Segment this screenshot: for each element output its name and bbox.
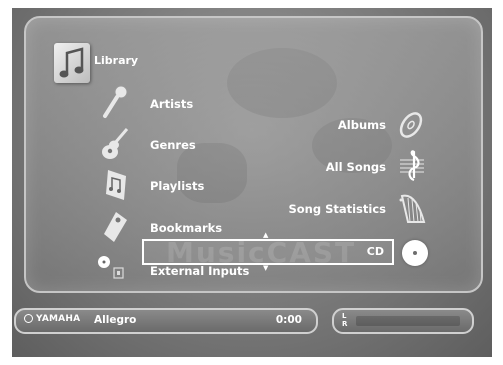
input-disc-icon bbox=[98, 256, 124, 279]
yamaha-logo: YAMAHA bbox=[24, 314, 80, 324]
level-meter-track bbox=[356, 316, 460, 326]
menu-item-external-inputs[interactable]: External Inputs bbox=[150, 264, 249, 278]
selected-source-row[interactable]: CD bbox=[142, 239, 394, 265]
cd-icon[interactable] bbox=[402, 240, 428, 266]
scroll-down-arrow[interactable]: ▼ bbox=[263, 264, 268, 272]
treble-clef-icon bbox=[400, 150, 424, 182]
notes-icon bbox=[106, 170, 126, 200]
microphone-icon bbox=[103, 85, 128, 118]
scroll-up-arrow[interactable]: ▲ bbox=[263, 231, 268, 239]
bookmark-icon bbox=[104, 212, 127, 242]
menu-item-all-songs[interactable]: All Songs bbox=[326, 160, 386, 174]
track-time: 0:00 bbox=[275, 314, 302, 326]
menu-item-genres[interactable]: Genres bbox=[150, 138, 196, 152]
library-music-icon bbox=[54, 43, 90, 83]
menu-item-song-statistics[interactable]: Song Statistics bbox=[288, 202, 386, 216]
guitar-icon bbox=[102, 128, 129, 159]
library-panel: MusicCAST Library Artists Genres Playlis… bbox=[24, 16, 483, 293]
menu-item-bookmarks[interactable]: Bookmarks bbox=[150, 221, 222, 235]
page-title: Library bbox=[94, 54, 139, 67]
track-title: Allegro bbox=[94, 314, 137, 326]
menu-item-artists[interactable]: Artists bbox=[150, 97, 193, 111]
disc-icon bbox=[399, 112, 423, 138]
brand-text: YAMAHA bbox=[36, 314, 81, 324]
harp-icon bbox=[399, 194, 426, 223]
menu-item-albums[interactable]: Albums bbox=[338, 118, 386, 132]
selected-source-label: CD bbox=[366, 245, 384, 258]
menu-item-playlists[interactable]: Playlists bbox=[150, 179, 204, 193]
level-channels: LR bbox=[342, 312, 348, 328]
musiccast-screen: MusicCAST Library Artists Genres Playlis… bbox=[12, 8, 492, 357]
now-playing-bar: YAMAHA Allegro 0:00 bbox=[14, 308, 318, 334]
level-meter: LR bbox=[332, 308, 474, 334]
